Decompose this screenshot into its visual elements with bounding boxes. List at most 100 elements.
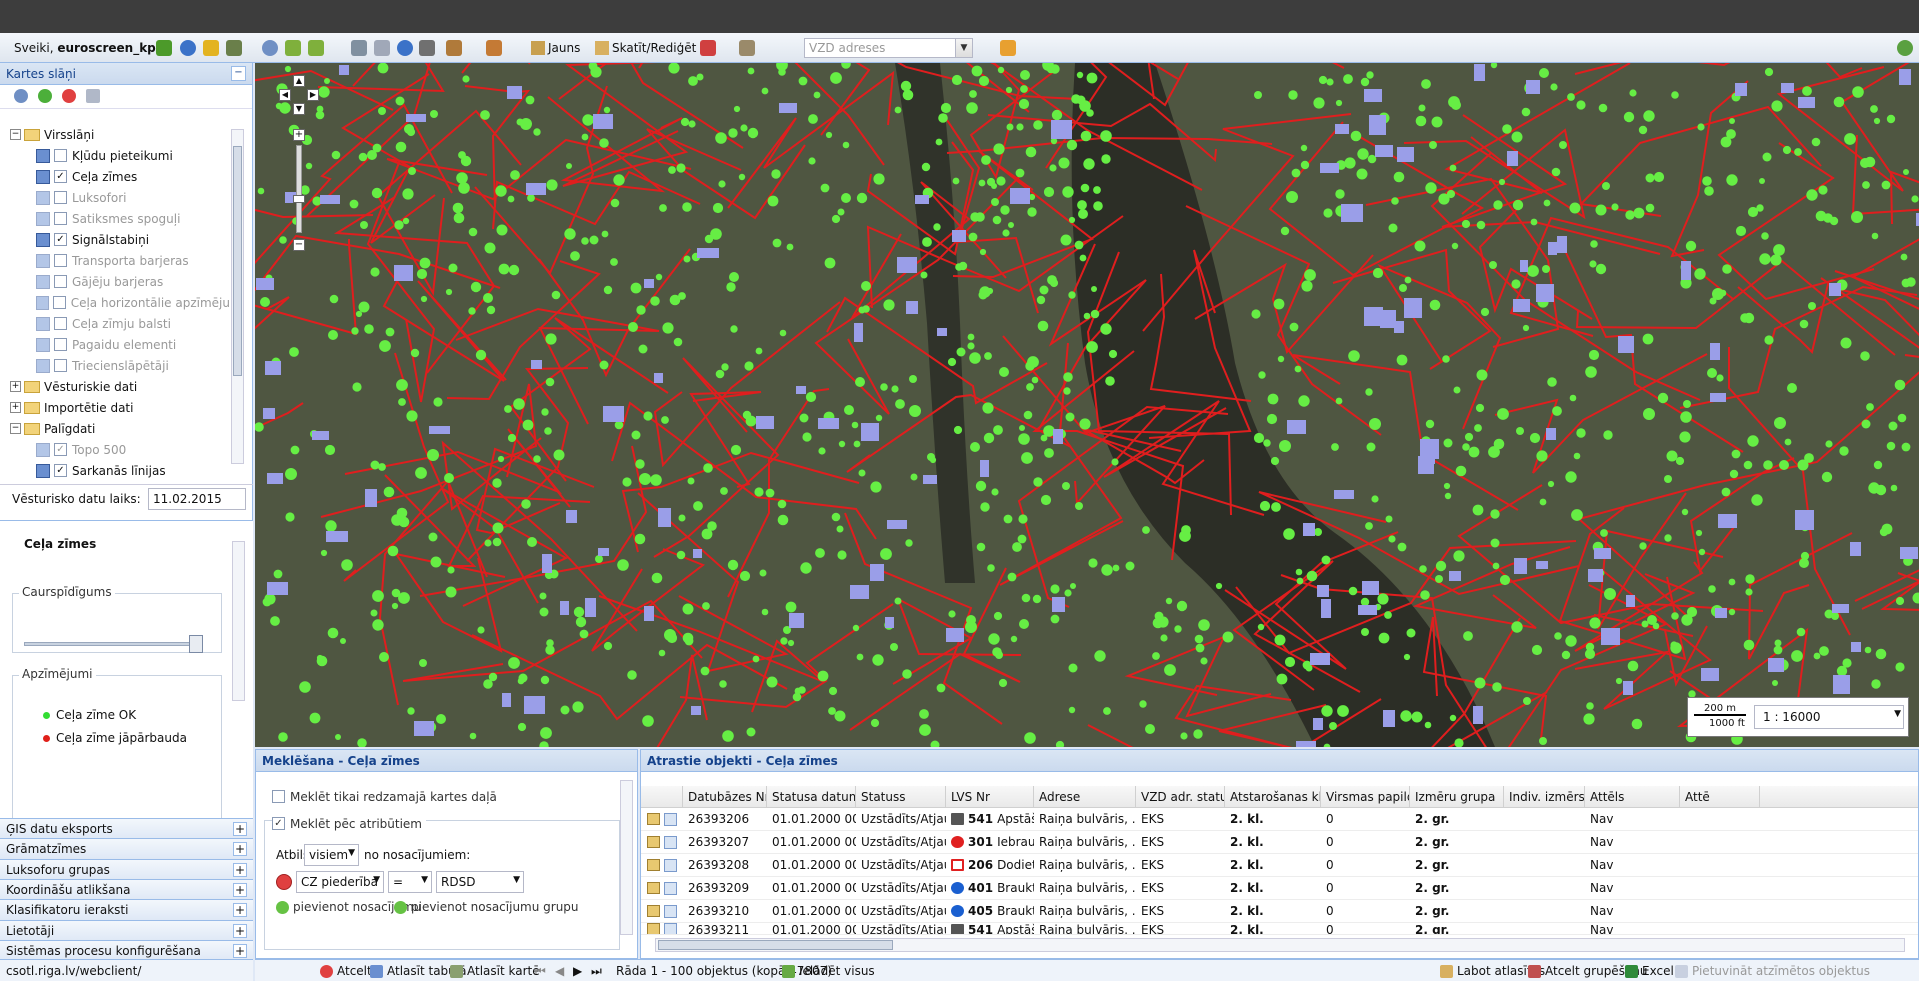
operator-select[interactable]: = ▼ (388, 871, 432, 893)
road-sign-point[interactable] (1851, 211, 1863, 223)
road-sign-point[interactable] (1289, 322, 1299, 332)
road-sign-point[interactable] (1712, 288, 1724, 300)
road-sign-point[interactable] (969, 352, 981, 364)
road-sign-point[interactable] (1024, 732, 1036, 744)
road-sign-point[interactable] (730, 325, 738, 333)
road-sign-point[interactable] (289, 347, 299, 357)
road-sign-point[interactable] (1077, 200, 1087, 210)
road-sign-point[interactable] (1271, 502, 1281, 512)
road-sign-point[interactable] (969, 90, 977, 98)
road-sign-point[interactable] (967, 342, 975, 350)
road-sign-point[interactable] (391, 588, 401, 598)
road-sign-point[interactable] (1595, 263, 1607, 275)
road-sign-point[interactable] (754, 487, 764, 497)
road-sign-point[interactable] (1100, 130, 1112, 142)
road-sign-point[interactable] (1145, 724, 1155, 734)
road-sign-point[interactable] (1747, 206, 1759, 218)
road-sign-point[interactable] (715, 132, 727, 144)
road-sign-point[interactable] (320, 549, 328, 557)
road-sign-point[interactable] (507, 195, 515, 203)
expand-icon[interactable]: + (233, 923, 247, 938)
road-sign-point[interactable] (1764, 335, 1774, 345)
road-sign-point[interactable] (1598, 103, 1608, 113)
road-sign-point[interactable] (1464, 432, 1474, 442)
road-sign-point[interactable] (1666, 450, 1678, 462)
locate-row-icon[interactable] (664, 835, 677, 849)
road-sign-point[interactable] (1337, 705, 1349, 717)
road-sign-point[interactable] (1787, 383, 1797, 393)
road-sign-point[interactable] (452, 202, 464, 214)
value-select[interactable]: RDSD ▼ (436, 871, 524, 893)
road-sign-point[interactable] (468, 227, 478, 237)
road-sign-point[interactable] (1397, 542, 1407, 552)
road-sign-point[interactable] (370, 460, 380, 470)
road-sign-point[interactable] (851, 421, 859, 429)
road-sign-point[interactable] (1372, 267, 1384, 279)
road-sign-point[interactable] (991, 198, 999, 206)
road-sign-point[interactable] (1125, 561, 1135, 571)
road-sign-point[interactable] (1861, 419, 1871, 429)
road-sign-point[interactable] (733, 105, 741, 113)
layer-item[interactable]: Transporta barjeras (0, 250, 245, 271)
table-row[interactable]: 26393206 01.01.2000 00:00 Uzstādīts/Atjau 5… (641, 808, 1918, 831)
road-sign-point[interactable] (379, 652, 389, 662)
road-sign-point[interactable] (1068, 291, 1076, 299)
road-sign-point[interactable] (290, 445, 300, 455)
road-sign-point[interactable] (1611, 203, 1619, 211)
road-sign-point[interactable] (1050, 584, 1060, 594)
load-all-button[interactable]: Ielādēt visus (782, 964, 875, 978)
forward-icon[interactable] (308, 40, 324, 56)
edit-row-icon[interactable] (647, 835, 660, 848)
accordion-item[interactable]: ĢIS datu eksports + (0, 818, 253, 839)
road-sign-point[interactable] (1198, 619, 1210, 631)
road-sign-point[interactable] (492, 537, 502, 547)
road-sign-point[interactable] (981, 155, 991, 165)
road-sign-point[interactable] (1490, 538, 1500, 548)
road-sign-point[interactable] (1735, 225, 1747, 237)
road-sign-point[interactable] (1093, 201, 1103, 211)
layer-checkbox[interactable]: ✓ (54, 233, 67, 246)
road-sign-point[interactable] (1326, 78, 1334, 86)
road-sign-point[interactable] (1894, 379, 1906, 391)
road-sign-point[interactable] (984, 352, 992, 360)
road-sign-point[interactable] (752, 655, 760, 663)
match-select[interactable]: visiem ▼ (304, 844, 359, 866)
road-sign-point[interactable] (1476, 220, 1486, 230)
road-sign-point[interactable] (1049, 278, 1059, 288)
road-sign-point[interactable] (351, 327, 359, 335)
road-sign-point[interactable] (808, 157, 816, 165)
road-sign-point[interactable] (1251, 309, 1261, 319)
road-sign-point[interactable] (873, 173, 885, 185)
road-sign-point[interactable] (979, 248, 987, 256)
road-sign-point[interactable] (825, 131, 833, 139)
road-sign-point[interactable] (484, 539, 492, 547)
locate-row-icon[interactable] (664, 812, 677, 826)
pin-icon[interactable] (1000, 40, 1016, 56)
road-sign-point[interactable] (1194, 634, 1204, 644)
road-sign-point[interactable] (838, 440, 846, 448)
road-sign-point[interactable] (1683, 400, 1691, 408)
road-sign-point[interactable] (978, 290, 988, 300)
column-header[interactable]: Statusa datum... (767, 786, 856, 807)
road-sign-point[interactable] (1296, 577, 1304, 585)
road-sign-point[interactable] (747, 127, 759, 139)
road-sign-point[interactable] (830, 72, 842, 84)
road-sign-point[interactable] (488, 672, 498, 682)
road-sign-point[interactable] (1080, 183, 1090, 193)
road-sign-point[interactable] (1576, 100, 1586, 110)
layer-item[interactable]: Gājēju barjeras (0, 271, 245, 292)
road-sign-point[interactable] (982, 402, 994, 414)
road-sign-point[interactable] (1875, 648, 1887, 660)
road-sign-point[interactable] (642, 715, 654, 727)
road-sign-point[interactable] (617, 559, 629, 571)
road-sign-point[interactable] (1348, 586, 1358, 596)
road-sign-point[interactable] (508, 657, 520, 669)
road-sign-point[interactable] (453, 212, 465, 224)
road-sign-point[interactable] (613, 174, 625, 186)
road-sign-point[interactable] (1474, 424, 1482, 432)
road-sign-point[interactable] (396, 507, 408, 519)
print-icon[interactable] (351, 40, 367, 56)
road-sign-point[interactable] (1276, 673, 1288, 685)
road-sign-point[interactable] (1142, 526, 1150, 534)
road-sign-point[interactable] (1360, 597, 1370, 607)
